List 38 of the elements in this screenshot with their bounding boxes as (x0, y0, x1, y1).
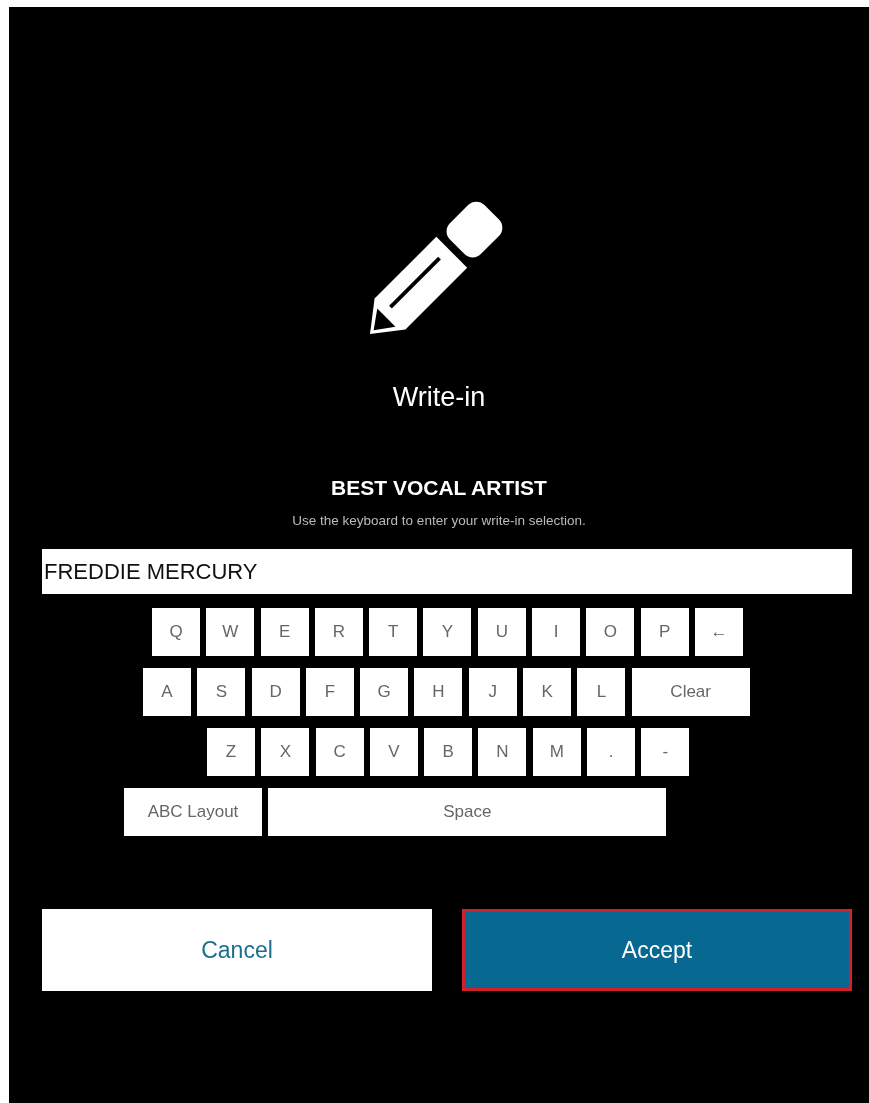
keyboard-key[interactable]: A (143, 668, 191, 716)
keyboard-key[interactable]: B (424, 728, 473, 776)
keyboard-key[interactable]: W (206, 608, 255, 656)
keyboard-key[interactable]: T (369, 608, 418, 656)
space-key[interactable]: Space (268, 788, 667, 836)
contest-name: BEST VOCAL ARTIST (330, 475, 548, 501)
write-in-field[interactable]: FREDDIE MERCURY (42, 549, 852, 594)
keyboard-key[interactable]: ← (694, 608, 743, 656)
keyboard-key[interactable]: O (586, 608, 635, 656)
keyboard-key[interactable]: S (197, 668, 246, 716)
keyboard-key[interactable]: V (369, 728, 418, 776)
keyboard-key[interactable]: U (477, 608, 526, 656)
keyboard-key[interactable]: P (640, 608, 689, 656)
instructions-text: Use the keyboard to enter your write-in selection. (291, 512, 587, 530)
keyboard-key[interactable]: Q (152, 608, 200, 656)
keyboard-key[interactable]: L (577, 668, 626, 716)
dialog-title: Write-in (391, 381, 487, 413)
keyboard-key[interactable]: . (587, 728, 636, 776)
keyboard-key[interactable]: N (478, 728, 527, 776)
keyboard-key[interactable]: X (261, 728, 310, 776)
keyboard-key[interactable]: R (314, 608, 363, 656)
keyboard-key[interactable]: Y (423, 608, 472, 656)
keyboard-key[interactable]: K (523, 668, 572, 716)
keyboard-key[interactable]: D (251, 668, 300, 716)
keyboard-key[interactable]: G (360, 668, 409, 716)
keyboard-key[interactable]: Z (207, 728, 255, 776)
keyboard-key[interactable]: F (305, 668, 354, 716)
keyboard-key[interactable]: C (315, 728, 364, 776)
keyboard-key[interactable]: J (468, 668, 517, 716)
layout-key[interactable]: ABC Layout (124, 788, 262, 836)
keyboard-key[interactable]: E (260, 608, 309, 656)
clear-key[interactable]: Clear (631, 668, 750, 716)
keyboard-key[interactable]: M (532, 728, 581, 776)
keyboard-key[interactable]: I (532, 608, 581, 656)
cancel-button[interactable]: Cancel (42, 909, 432, 991)
keyboard-key[interactable]: - (641, 728, 690, 776)
keyboard-key[interactable]: H (414, 668, 463, 716)
accept-button[interactable]: Accept (462, 909, 852, 991)
